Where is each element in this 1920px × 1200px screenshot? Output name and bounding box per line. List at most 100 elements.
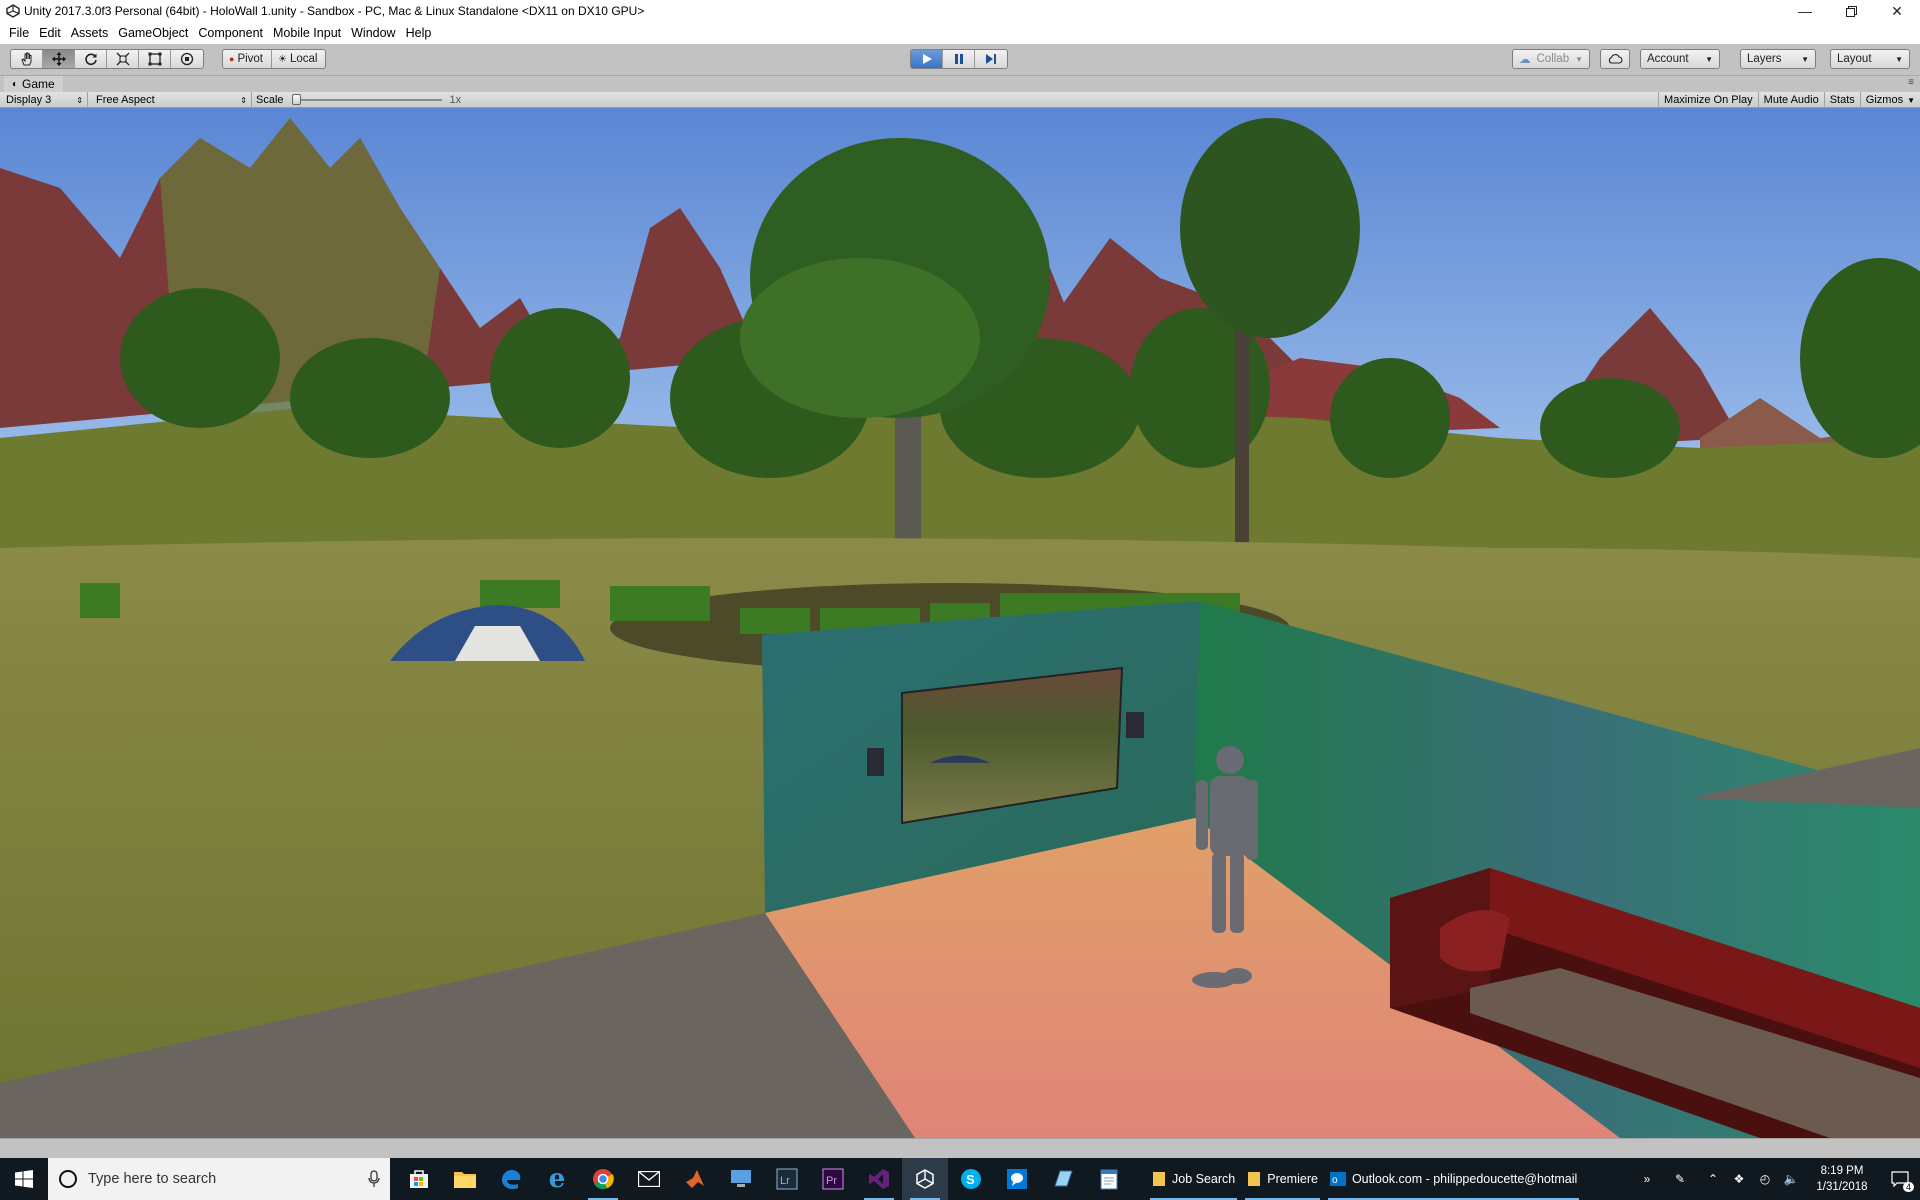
menu-mobile-input[interactable]: Mobile Input (268, 26, 346, 40)
mute-audio-label: Mute Audio (1763, 94, 1819, 106)
taskbar-file-explorer[interactable] (442, 1158, 488, 1200)
panel-menu-icon[interactable]: ≡ (1908, 77, 1914, 88)
account-dropdown[interactable]: Account ▼ (1640, 49, 1720, 69)
folder-icon (1153, 1172, 1165, 1186)
clock-time: 8:19 PM (1820, 1165, 1864, 1177)
taskbar-mail[interactable] (626, 1158, 672, 1200)
cortana-icon (59, 1170, 77, 1188)
taskbar-lightroom[interactable]: Lr (764, 1158, 810, 1200)
gizmos-dropdown[interactable]: Gizmos ▼ (1859, 92, 1920, 108)
start-button[interactable] (0, 1158, 48, 1200)
pivot-toggles: ● Pivot ☀ Local (222, 49, 327, 69)
taskbar-search-box[interactable]: Type here to search (48, 1158, 390, 1200)
pen-icon[interactable]: ✎ (1660, 1158, 1700, 1200)
step-button[interactable] (975, 50, 1007, 68)
play-button[interactable] (911, 50, 943, 68)
taskbar-visual-studio[interactable] (856, 1158, 902, 1200)
taskbar-notepad-blue[interactable] (1040, 1158, 1086, 1200)
right-speaker (1126, 712, 1144, 738)
transform-tool-button[interactable] (171, 50, 203, 68)
rotate-icon (84, 53, 97, 66)
rotate-tool-button[interactable] (75, 50, 107, 68)
chevron-down-icon: ▼ (1801, 54, 1809, 64)
scale-slider[interactable] (291, 94, 442, 105)
game-view-toolbar: Display 3 ⇕ Free Aspect ⇕ Scale 1x Maxim… (0, 92, 1920, 108)
matlab-icon (686, 1170, 704, 1188)
scale-value: 1x (449, 94, 462, 106)
universal-transform-icon (180, 52, 194, 66)
microphone-icon[interactable] (368, 1170, 380, 1188)
pivot-button[interactable]: ● Pivot (223, 50, 273, 68)
menu-gameobject[interactable]: GameObject (113, 26, 193, 40)
local-button[interactable]: ☀ Local (272, 50, 325, 68)
scale-icon (116, 52, 129, 66)
dropbox-icon[interactable]: ❖ (1726, 1158, 1752, 1200)
rect-tool-button[interactable] (139, 50, 171, 68)
cloud-icon (1608, 54, 1623, 64)
svg-text:Lr: Lr (780, 1175, 790, 1187)
restore-button[interactable] (1828, 0, 1874, 22)
menu-file[interactable]: File (4, 26, 34, 40)
game-viewport[interactable] (0, 108, 1920, 1138)
aspect-dropdown[interactable]: Free Aspect ⇕ (90, 92, 252, 108)
layers-dropdown[interactable]: Layers ▼ (1740, 49, 1816, 69)
clock-date: 1/31/2018 (1816, 1181, 1868, 1193)
aspect-label: Free Aspect (96, 94, 155, 106)
menu-component[interactable]: Component (193, 26, 268, 40)
taskbar-remote-desktop[interactable] (718, 1158, 764, 1200)
mute-audio-toggle[interactable]: Mute Audio (1757, 92, 1824, 108)
task-job-search[interactable]: Job Search (1146, 1158, 1241, 1200)
taskbar-internet-explorer[interactable]: e (534, 1158, 580, 1200)
taskbar-notepad[interactable] (1086, 1158, 1132, 1200)
taskbar-matlab[interactable] (672, 1158, 718, 1200)
chevron-up-icon[interactable]: ⌃ (1700, 1158, 1726, 1200)
tab-game[interactable]: ◐ Game (4, 76, 63, 92)
minimize-button[interactable]: — (1782, 0, 1828, 22)
taskbar-chrome[interactable] (580, 1158, 626, 1200)
task-premiere-folder[interactable]: Premiere (1241, 1158, 1324, 1200)
volume-icon[interactable]: 🔈 (1778, 1158, 1804, 1200)
scale-tool-button[interactable] (107, 50, 139, 68)
taskbar-clock[interactable]: 8:19 PM 1/31/2018 (1804, 1163, 1880, 1195)
layers-label: Layers (1747, 53, 1782, 65)
hand-tool-button[interactable] (11, 50, 43, 68)
game-tab-label: Game (22, 77, 55, 91)
rect-transform-icon (148, 52, 161, 66)
display-dropdown[interactable]: Display 3 ⇕ (0, 92, 88, 108)
collab-dropdown[interactable]: ☁ Collab ▼ (1512, 49, 1591, 69)
pause-button[interactable] (943, 50, 975, 68)
store-bag-icon (410, 1170, 428, 1188)
menu-window[interactable]: Window (346, 26, 400, 40)
unity-icon (916, 1169, 934, 1189)
scale-slider-handle[interactable] (291, 94, 301, 105)
layout-dropdown[interactable]: Layout ▼ (1830, 49, 1910, 69)
menu-assets[interactable]: Assets (66, 26, 114, 40)
folder-icon (1248, 1172, 1261, 1186)
services-button[interactable] (1600, 49, 1630, 69)
taskbar-skype[interactable]: S (948, 1158, 994, 1200)
task-outlook[interactable]: o Outlook.com - philippedoucette@hotmail (1324, 1158, 1583, 1200)
transform-tools (10, 49, 204, 69)
windows-taskbar: Type here to search e Lr Pr S Job Search… (0, 1158, 1920, 1200)
move-arrows-icon (51, 52, 66, 66)
svg-text:o: o (1332, 1175, 1338, 1186)
scale-label: Scale (256, 94, 284, 106)
stats-toggle[interactable]: Stats (1823, 92, 1860, 108)
wifi-icon[interactable]: ◴ (1752, 1158, 1778, 1200)
editor-status-bar (0, 1138, 1920, 1158)
taskbar-edge[interactable] (488, 1158, 534, 1200)
taskbar-store[interactable] (396, 1158, 442, 1200)
chevron-right-icon[interactable]: » (1634, 1158, 1660, 1200)
menu-edit[interactable]: Edit (34, 26, 66, 40)
maximize-on-play-toggle[interactable]: Maximize On Play (1658, 92, 1758, 108)
taskbar-messenger[interactable] (994, 1158, 1040, 1200)
window-title: Unity 2017.3.0f3 Personal (64bit) - Holo… (24, 4, 645, 18)
menu-help[interactable]: Help (401, 26, 437, 40)
close-button[interactable]: ✕ (1874, 0, 1920, 22)
taskbar-premiere[interactable]: Pr (810, 1158, 856, 1200)
move-tool-button[interactable] (43, 50, 75, 68)
folder-icon (454, 1172, 476, 1188)
close-icon: ✕ (1891, 2, 1903, 19)
taskbar-unity[interactable] (902, 1158, 948, 1200)
action-center-button[interactable]: 4 (1880, 1158, 1920, 1200)
